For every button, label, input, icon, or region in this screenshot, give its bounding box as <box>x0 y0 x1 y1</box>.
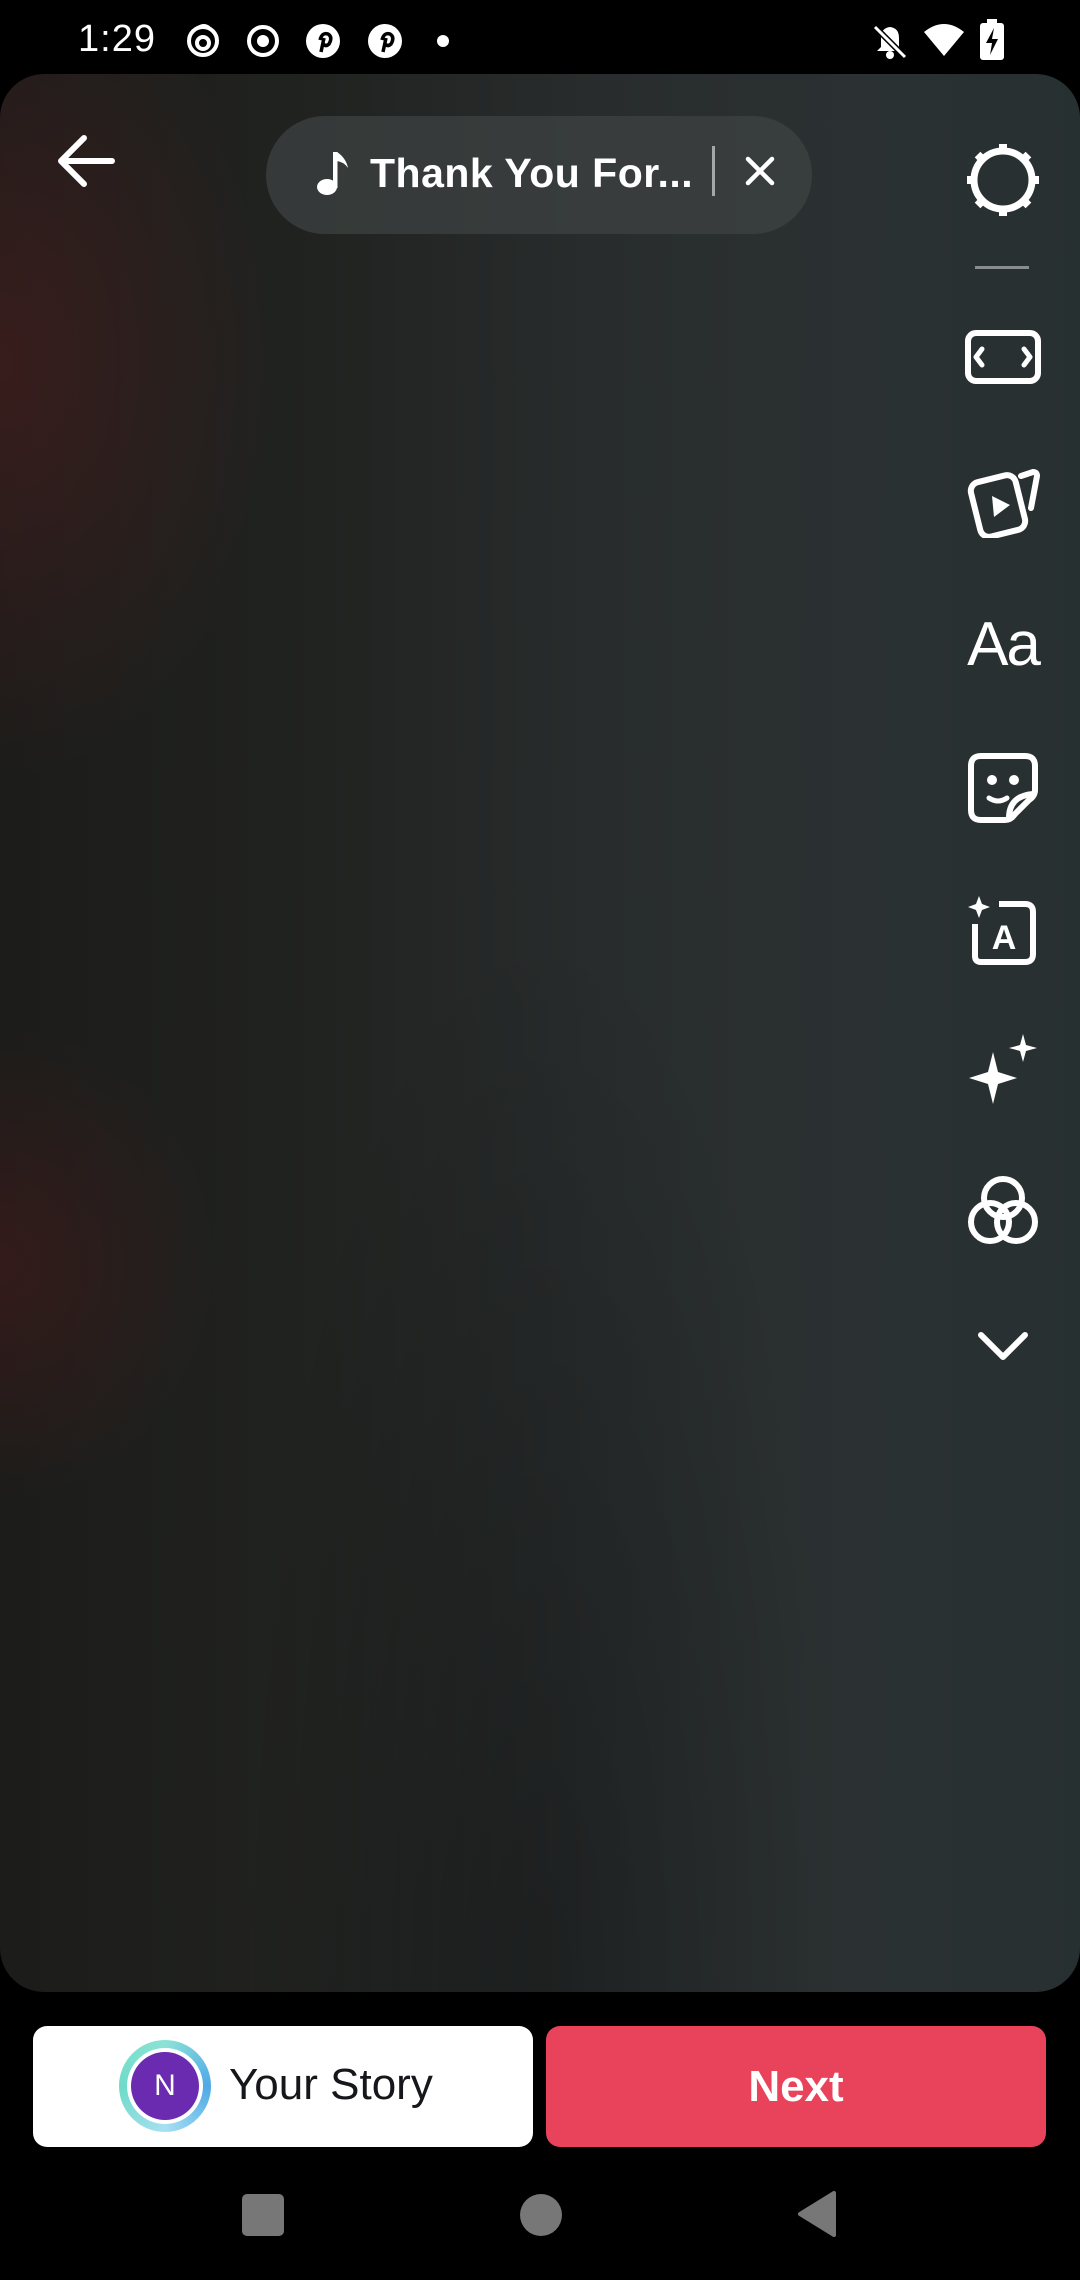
sticker-button[interactable] <box>958 748 1048 828</box>
avatar-initial: N <box>131 2052 199 2120</box>
your-story-button[interactable]: N Your Story <box>33 2026 533 2147</box>
svg-text:A: A <box>992 919 1017 957</box>
back-button[interactable] <box>52 126 122 196</box>
story-ring: N <box>119 2040 211 2132</box>
story-preview-canvas[interactable] <box>0 74 1080 1992</box>
chevron-down-icon <box>978 1332 1028 1360</box>
aspect-ratio-button[interactable] <box>958 322 1048 392</box>
pill-divider <box>712 146 715 196</box>
ai-text-icon: A <box>968 896 1036 965</box>
your-story-label: Your Story <box>229 2060 433 2109</box>
settings-button[interactable] <box>958 140 1048 220</box>
system-back-button[interactable] <box>796 2190 838 2243</box>
ai-text-button[interactable]: A <box>958 890 1048 970</box>
aspect-ratio-icon <box>965 330 1041 384</box>
status-time: 1:29 <box>78 18 156 60</box>
tools-divider <box>975 266 1029 269</box>
battery-charging-icon <box>978 18 1006 67</box>
next-button[interactable]: Next <box>546 2026 1046 2147</box>
status-bar: 1:29 <box>0 0 1080 80</box>
music-title: Thank You For... <box>370 150 694 196</box>
sticker-icon <box>968 753 1038 823</box>
record-icon <box>244 22 282 65</box>
back-triangle-icon <box>798 2191 836 2237</box>
arrow-left-icon <box>58 135 115 187</box>
wifi-icon <box>922 22 966 65</box>
settings-icon <box>967 144 1039 216</box>
text-tool-button[interactable]: Aa <box>958 604 1048 684</box>
effects-sparkle-icon <box>969 1034 1037 1104</box>
music-note-icon <box>316 148 352 203</box>
story-editor-screen: 1:29 Thank You For... Aa A N Your Story … <box>0 0 1080 2280</box>
notifications-off-icon <box>870 22 910 67</box>
home-button[interactable] <box>520 2194 562 2236</box>
music-sticker-pill[interactable]: Thank You For... <box>266 116 812 234</box>
filters-button[interactable] <box>958 1172 1048 1252</box>
close-icon <box>745 156 775 186</box>
dot-icon <box>436 34 450 53</box>
text-icon: Aa <box>967 609 1041 679</box>
remove-music-button[interactable] <box>740 151 780 196</box>
pinterest-icon <box>304 22 342 65</box>
more-tools-button[interactable] <box>958 1310 1048 1380</box>
avatar: N <box>127 2048 203 2124</box>
filters-icon <box>968 1176 1038 1244</box>
clips-icon <box>967 468 1041 538</box>
pinterest-icon <box>366 22 404 65</box>
effects-button[interactable] <box>958 1030 1048 1110</box>
clips-button[interactable] <box>958 460 1048 540</box>
threads-icon <box>184 22 222 65</box>
recent-apps-button[interactable] <box>242 2194 284 2236</box>
